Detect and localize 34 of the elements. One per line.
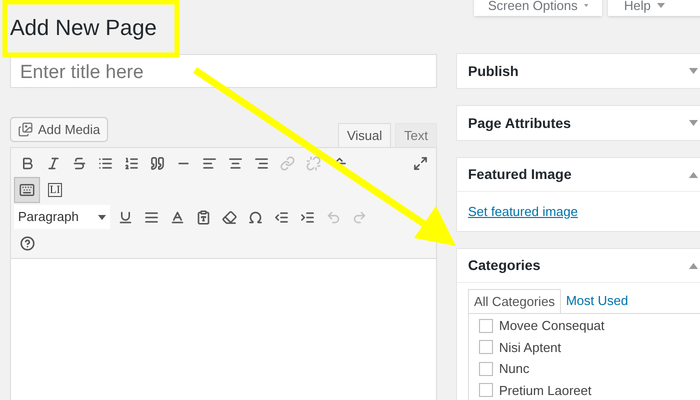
category-label: Nisi Aptent xyxy=(499,338,562,357)
screen-meta-tab[interactable]: Screen Options xyxy=(474,0,602,16)
collapse-arrow-icon[interactable] xyxy=(688,262,698,268)
panel-title: Publish xyxy=(468,62,519,80)
category-tab[interactable]: All Categories xyxy=(468,289,561,313)
page-heading: Add New Page xyxy=(10,14,157,42)
expand-arrow-icon[interactable] xyxy=(688,68,698,74)
editor-tab[interactable]: Visual xyxy=(338,123,392,147)
category-label: Nunc xyxy=(499,360,530,378)
category-checkbox[interactable] xyxy=(479,318,493,333)
dropdown-arrow-icon xyxy=(656,3,665,8)
panel-title: Categories xyxy=(468,256,540,275)
format-select[interactable]: Paragraph xyxy=(14,205,110,229)
category-checkbox[interactable] xyxy=(479,340,493,354)
media-icon xyxy=(18,122,33,137)
category-tab[interactable]: Most Used xyxy=(560,289,634,313)
title-input-field[interactable]: Enter title here xyxy=(10,54,437,88)
set-featured-image-link[interactable]: Set featured image xyxy=(468,204,578,219)
panel-title: Featured Image xyxy=(468,165,572,184)
category-label: Pretium Laoreet xyxy=(499,382,592,400)
category-checkbox[interactable] xyxy=(479,362,493,376)
add-media-button[interactable]: Add Media xyxy=(10,117,108,142)
expand-arrow-icon[interactable] xyxy=(688,120,698,126)
category-label: Movee Consequat xyxy=(499,317,605,335)
category-checkbox[interactable] xyxy=(479,383,493,398)
panel-title: Page Attributes xyxy=(468,114,571,133)
collapse-arrow-icon[interactable] xyxy=(688,172,698,178)
editor-tab[interactable]: Text xyxy=(395,123,437,147)
toolbar-toggle-button[interactable] xyxy=(14,177,40,203)
screen-meta-tab[interactable]: Help xyxy=(608,0,700,16)
keyboard-icon xyxy=(19,182,35,198)
dropdown-arrow-icon xyxy=(584,3,588,8)
list-item-button[interactable]: LI xyxy=(42,177,68,203)
dropdown-arrow-icon xyxy=(98,214,106,220)
